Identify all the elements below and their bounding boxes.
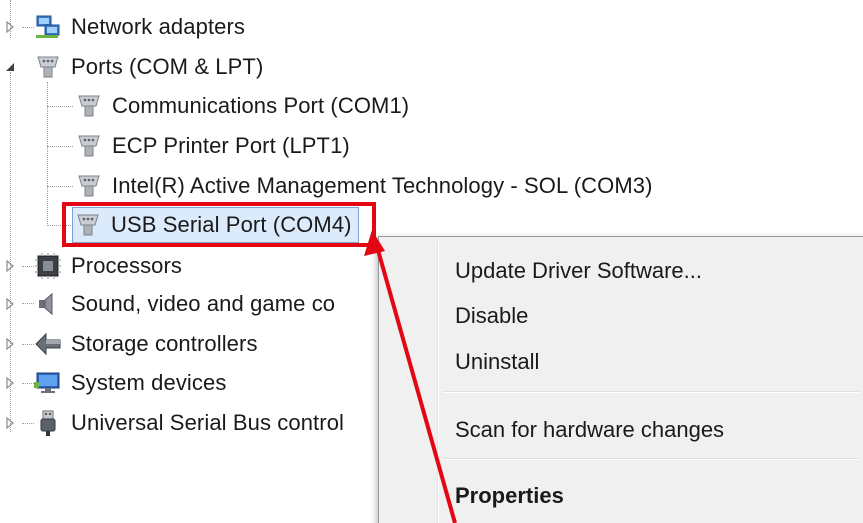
network-adapter-icon xyxy=(33,12,63,42)
port-connector-icon xyxy=(74,171,104,201)
port-connector-icon xyxy=(74,131,104,161)
port-connector-icon xyxy=(74,91,104,121)
tree-item-system-devices[interactable]: System devices xyxy=(33,365,226,401)
menu-item-update-driver[interactable]: Update Driver Software... xyxy=(383,249,859,293)
menu-item-disable[interactable]: Disable xyxy=(383,294,859,338)
menu-separator xyxy=(443,391,859,393)
tree-item-label: Intel(R) Active Management Technology - … xyxy=(112,173,653,198)
expand-arrow-icon[interactable] xyxy=(3,20,17,34)
cpu-chip-icon xyxy=(33,251,63,281)
tree-item-label: Sound, video and game co xyxy=(71,291,336,316)
tree-item-ports[interactable]: Ports (COM & LPT) xyxy=(33,49,263,85)
tree-item-processors[interactable]: Processors xyxy=(33,248,182,284)
expand-arrow-icon[interactable] xyxy=(3,259,17,273)
port-connector-icon xyxy=(33,52,63,82)
tree-item-sound-video-game[interactable]: Sound, video and game co xyxy=(33,286,335,322)
tree-item-label: Communications Port (COM1) xyxy=(112,93,410,118)
expand-arrow-icon[interactable] xyxy=(3,416,17,430)
context-menu: Update Driver Software... Disable Uninst… xyxy=(378,236,863,523)
speaker-icon xyxy=(33,289,63,319)
tree-item-label: Storage controllers xyxy=(71,331,258,356)
annotation-highlight-box xyxy=(62,202,376,247)
tree-item-com1[interactable]: Communications Port (COM1) xyxy=(74,88,409,124)
tree-guide-line xyxy=(47,82,48,226)
tree-item-label: Ports (COM & LPT) xyxy=(71,54,264,79)
expand-arrow-icon[interactable] xyxy=(3,337,17,351)
menu-item-scan-hardware[interactable]: Scan for hardware changes xyxy=(383,408,859,452)
expand-arrow-icon[interactable] xyxy=(3,297,17,311)
tree-item-usb-controllers[interactable]: Universal Serial Bus control xyxy=(33,405,344,441)
tree-item-label: Processors xyxy=(71,253,183,278)
tree-item-label: Universal Serial Bus control xyxy=(71,410,345,435)
tree-item-com3[interactable]: Intel(R) Active Management Technology - … xyxy=(74,168,653,204)
menu-item-properties[interactable]: Properties xyxy=(383,474,859,518)
expand-arrow-icon[interactable] xyxy=(3,376,17,390)
tree-guide-line xyxy=(47,186,73,187)
menu-separator xyxy=(443,458,859,460)
tree-item-label: ECP Printer Port (LPT1) xyxy=(112,133,350,158)
tree-item-network-adapters[interactable]: Network adapters xyxy=(33,9,245,45)
monitor-icon xyxy=(33,368,63,398)
tree-item-storage-controllers[interactable]: Storage controllers xyxy=(33,326,258,362)
storage-controller-icon xyxy=(33,329,63,359)
tree-item-lpt1[interactable]: ECP Printer Port (LPT1) xyxy=(74,128,350,164)
tree-guide-line xyxy=(47,106,73,107)
usb-plug-icon xyxy=(33,408,63,438)
menu-item-uninstall[interactable]: Uninstall xyxy=(383,340,859,384)
device-manager-tree-view: Network adapters Ports (COM & LPT) Commu… xyxy=(0,0,863,523)
tree-guide-line xyxy=(47,146,73,147)
tree-item-label: System devices xyxy=(71,370,227,395)
collapse-arrow-icon[interactable] xyxy=(3,60,17,74)
tree-item-label: Network adapters xyxy=(71,14,246,39)
